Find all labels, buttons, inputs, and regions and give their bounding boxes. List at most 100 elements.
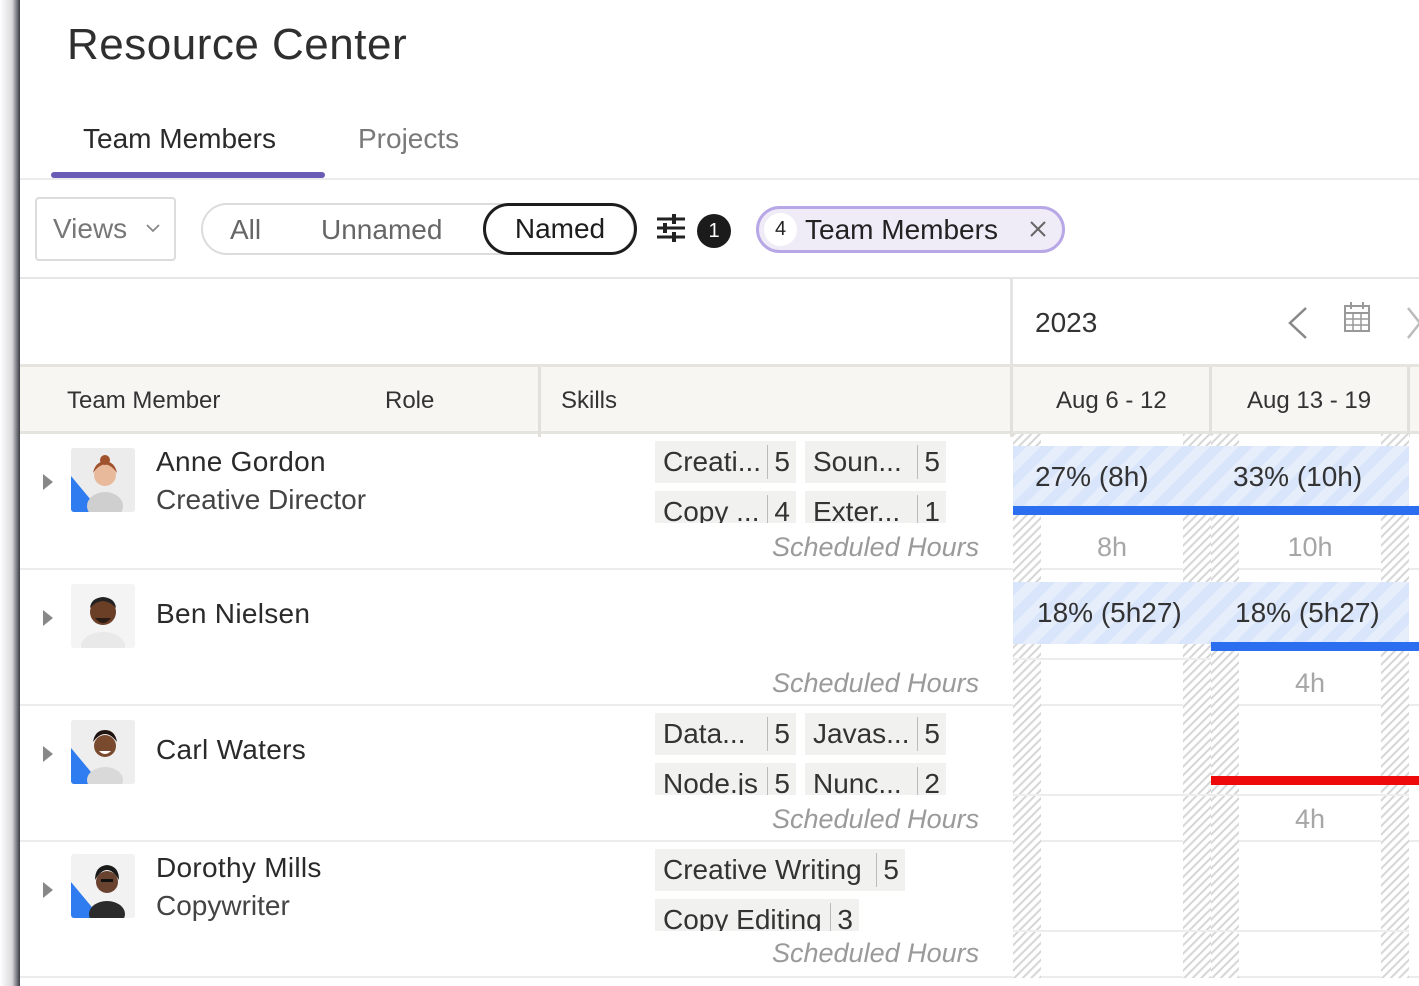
allocation-block[interactable]: 18% (5h27) [1211,582,1409,644]
tab-team-members[interactable]: Team Members [83,123,276,155]
overallocation-bar [1211,776,1419,785]
calendar-icon[interactable] [1343,301,1371,333]
week-cell: 4h [1211,706,1419,842]
skill-tag: Exter... 1 [805,491,946,523]
cell-divider [1013,930,1211,932]
tab-bar: Team Members Projects [20,118,1419,180]
column-divider [1209,367,1212,437]
avatar [71,720,135,784]
skill-level: 5 [876,853,905,887]
member-role: Copywriter [156,890,290,921]
skill-name: Copy ... [663,496,760,523]
active-tab-indicator [51,172,325,178]
team-members-filter-chip[interactable]: 4 Team Members [756,206,1065,253]
column-divider [1407,367,1410,437]
week-cell: 33% (10h) 10h [1211,434,1419,570]
skill-name: Node.js [663,768,758,795]
skill-name: Nunc... [813,768,902,795]
timeline-year: 2023 [1035,307,1098,338]
capacity-bar [1013,506,1211,515]
capacity-bar [1211,642,1419,651]
skill-overflow-clip: Copy ... 4 Exter... 1 [655,491,955,523]
skill-level: 5 [917,717,946,751]
skill-tag: Node.js 5 [655,763,796,795]
skill-name: Copy Editing [663,904,822,931]
scheduled-hours-value: 10h [1287,532,1333,562]
member-name[interactable]: Dorothy Mills [156,852,322,884]
table-row[interactable]: Anne Gordon Creative Director Creati... … [20,434,1419,570]
views-dropdown[interactable]: Views [35,197,176,261]
weekend-hatch [1013,842,1041,978]
week-cell: 27% (8h) 8h [1013,434,1211,570]
member-role: Creative Director [156,484,367,515]
week-cell [1013,842,1211,978]
weekend-hatch [1183,706,1211,842]
avatar [71,448,135,512]
table-row[interactable]: Ben Nielsen Scheduled Hours 18% (5h27) 1… [20,570,1419,706]
week-cell [1013,706,1211,842]
scheduled-hours-label: Scheduled Hours [772,938,980,968]
close-icon[interactable] [1028,219,1048,239]
caret-right-icon[interactable] [41,608,55,628]
caret-right-icon[interactable] [41,880,55,900]
skill-tag: Creative Writing 5 [655,849,905,891]
column-header-skills[interactable]: Skills [561,387,617,415]
week-cell [1211,842,1409,978]
cell-divider [1013,794,1211,796]
window-edge-shadow [0,0,20,986]
skill-tag: Javas... 5 [805,713,946,755]
skill-name: Exter... [813,496,901,523]
skill-tag: Creati... 5 [655,441,796,483]
skill-tag: Soun... 5 [805,441,946,483]
member-name[interactable]: Carl Waters [156,734,306,766]
scheduled-hours-value: 4h [1294,804,1326,834]
table-row[interactable]: Dorothy Mills Copywriter Creative Writin… [20,842,1419,978]
skill-level: 5 [917,445,946,479]
skill-level: 5 [767,767,796,795]
skill-level: 5 [767,717,796,751]
page-title: Resource Center [67,20,408,69]
column-header-team-member[interactable]: Team Member [67,387,220,415]
chip-count-badge: 4 [764,213,797,246]
skill-overflow-clip: Copy Editing 3 [655,899,955,931]
skill-level: 2 [917,767,946,795]
segment-unnamed[interactable]: Unnamed [321,214,442,246]
team-member-rows: Anne Gordon Creative Director Creati... … [20,434,1419,986]
segment-all[interactable]: All [230,214,261,246]
weekend-hatch [1013,706,1041,842]
caret-right-icon[interactable] [41,472,55,492]
filter-count-badge: 1 [697,214,731,248]
member-name[interactable]: Ben Nielsen [156,598,310,630]
skill-level: 5 [767,445,796,479]
tab-projects[interactable]: Projects [358,123,459,155]
skill-name: Creati... [663,446,762,477]
weekend-hatch [1381,842,1409,978]
member-type-segmented-control: All Unnamed Named [201,203,637,255]
cell-divider [1211,930,1409,932]
filter-sliders-icon[interactable] [655,212,687,244]
resource-center-app: Resource Center Team Members Projects Vi… [20,0,1419,986]
chevron-down-icon [146,224,160,233]
caret-right-icon[interactable] [41,744,55,764]
skill-tag: Copy Editing 3 [655,899,859,931]
chevron-left-icon[interactable] [1286,306,1310,340]
scheduled-hours-label: Scheduled Hours [772,804,980,834]
capacity-bar [1211,506,1419,515]
chevron-right-icon[interactable] [1406,306,1419,340]
segment-named[interactable]: Named [483,203,637,255]
skill-tag: Data... 5 [655,713,796,755]
skill-overflow-clip: Node.js 5 Nunc... 2 [655,763,955,795]
week-header-1: Aug 6 - 12 [1056,387,1167,414]
allocation-block[interactable]: 27% (8h) [1013,446,1211,508]
scheduled-hours-value: 4h [1294,668,1326,698]
column-divider [1010,367,1013,437]
skill-name: Soun... [813,446,902,477]
table-row[interactable]: Carl Waters Data... 5 Javas... 5 Node.js… [20,706,1419,842]
column-header-role[interactable]: Role [385,387,434,415]
avatar [71,854,135,918]
timeline-header: 2023 [1010,279,1419,364]
scheduled-hours-value: 8h [1096,532,1128,562]
allocation-block[interactable]: 33% (10h) [1211,446,1409,508]
member-name[interactable]: Anne Gordon [156,446,326,478]
allocation-block[interactable]: 18% (5h27) [1013,582,1211,644]
